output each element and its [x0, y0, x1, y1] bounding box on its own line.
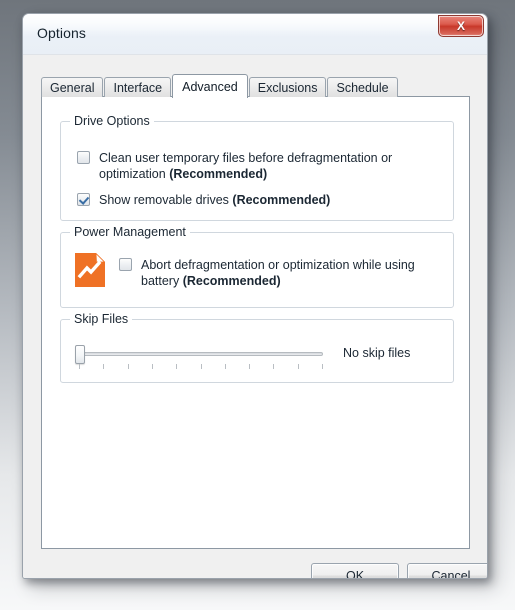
cancel-button[interactable]: Cancel [407, 563, 487, 579]
slider-track[interactable] [79, 352, 323, 356]
close-x-icon: X [456, 19, 465, 33]
checkbox-row-abort-on-battery[interactable]: Abort defragmentation or optimization wh… [119, 257, 439, 289]
slider-tick [273, 364, 274, 369]
slider-tick [322, 364, 323, 369]
skip-files-value-label: No skip files [343, 346, 411, 360]
group-power-management-title: Power Management [70, 225, 190, 239]
slider-tick [249, 364, 250, 369]
slider-tick-marks [79, 364, 323, 370]
skip-files-slider[interactable] [75, 342, 325, 372]
tab-exclusions[interactable]: Exclusions [248, 77, 327, 97]
checkbox-abort-on-battery[interactable] [119, 258, 132, 271]
slider-tick [128, 364, 129, 369]
checkbox-row-show-removable-drives[interactable]: Show removable drives (Recommended) [77, 192, 407, 208]
dialog-client-area: General Interface Advanced Exclusions Sc… [23, 55, 487, 579]
tab-interface-label: Interface [113, 80, 163, 95]
slider-tick [201, 364, 202, 369]
checkbox-show-removable-drives[interactable] [77, 193, 90, 206]
title-bar[interactable]: Options X [23, 14, 487, 55]
tab-general-label: General [50, 80, 95, 95]
tab-panel-advanced: Drive Options Clean user temporary files… [41, 96, 470, 549]
tab-advanced-label: Advanced [182, 79, 238, 94]
slider-tick [225, 364, 226, 369]
battery-chart-document-icon [75, 253, 105, 287]
cancel-button-label: Cancel [431, 568, 471, 579]
slider-thumb[interactable] [75, 345, 85, 364]
group-skip-files-title: Skip Files [70, 312, 133, 326]
tab-schedule-label: Schedule [336, 80, 389, 95]
tab-schedule[interactable]: Schedule [327, 77, 398, 97]
slider-tick [152, 364, 153, 369]
tab-general[interactable]: General [41, 77, 104, 97]
checkbox-show-removable-drives-label: Show removable drives (Recommended) [99, 193, 331, 207]
slider-tick [103, 364, 104, 369]
checkbox-abort-on-battery-label: Abort defragmentation or optimization wh… [141, 258, 415, 288]
options-dialog: Options X General Interface Advanced Exc… [22, 13, 488, 579]
group-power-management: Power Management Abort defragmentation o… [60, 225, 454, 308]
slider-tick [79, 364, 80, 369]
group-drive-options-title: Drive Options [70, 114, 154, 128]
tab-exclusions-label: Exclusions [257, 80, 318, 95]
tab-interface[interactable]: Interface [104, 77, 172, 97]
tab-advanced[interactable]: Advanced [172, 74, 248, 98]
tab-strip: General Interface Advanced Exclusions Sc… [41, 73, 399, 98]
group-drive-options: Drive Options Clean user temporary files… [60, 114, 454, 221]
slider-tick [176, 364, 177, 369]
checkbox-row-clean-temp-files[interactable]: Clean user temporary files before defrag… [77, 150, 407, 182]
window-title: Options [37, 25, 86, 41]
slider-tick [298, 364, 299, 369]
checkbox-clean-temp-files-label: Clean user temporary files before defrag… [99, 151, 393, 181]
group-skip-files: Skip Files No skip files [60, 312, 454, 383]
ok-button-label: OK [345, 568, 365, 579]
close-button[interactable]: X [438, 15, 484, 37]
ok-button[interactable]: OK [311, 563, 399, 579]
checkbox-clean-temp-files[interactable] [77, 151, 90, 164]
